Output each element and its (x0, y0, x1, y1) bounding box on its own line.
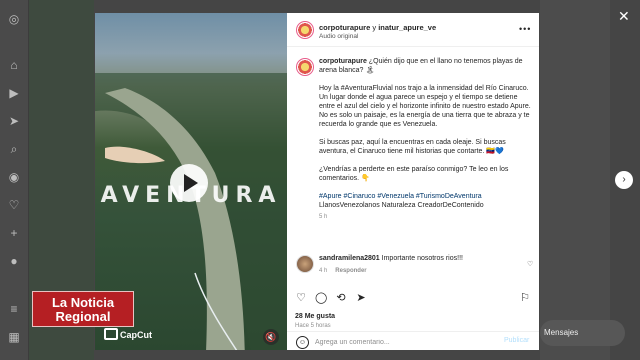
post-actions: ♡ ◯ ⟲ ➤ ⚐ (293, 292, 533, 306)
caption-hashtags[interactable]: #Apure #Cinaruco #Venezuela #TurismoDeAv… (319, 192, 531, 201)
post-details-panel: corpoturapure y inatur_apure_ve Audio or… (287, 13, 539, 350)
comment: sandramilena2801 Importante nosotros rio… (319, 255, 519, 274)
caption-first: corpoturapure ¿Quién dijo que en el llan… (319, 57, 531, 75)
mute-icon[interactable]: 🔇 (263, 329, 279, 345)
avatar[interactable] (296, 21, 314, 39)
notifications-heart-icon[interactable]: ♡ (7, 198, 21, 212)
likes-count[interactable]: 28 Me gusta (295, 313, 335, 320)
caption-tags: LlanosVenezolanos Naturaleza CreadorDeCo… (319, 202, 484, 209)
comment-input[interactable] (315, 336, 495, 348)
audio-label[interactable]: Audio original (319, 33, 358, 40)
close-icon[interactable]: ✕ (618, 8, 630, 25)
share-icon[interactable]: ➤ (355, 292, 367, 304)
caption-paragraph-1: Hoy la #AventuraFluvial nos trajo a la i… (319, 85, 531, 128)
create-icon[interactable]: + (7, 226, 21, 240)
home-icon[interactable]: ⌂ (7, 58, 21, 72)
caption: corpoturapure ¿Quién dijo que en el llan… (319, 57, 531, 222)
reels-icon[interactable]: ▶ (7, 86, 21, 100)
profile-icon[interactable]: ● (7, 254, 21, 268)
commenter-avatar[interactable] (296, 255, 314, 273)
news-logo-line1: La Noticia (51, 295, 115, 310)
caption-username[interactable]: corpoturapure (319, 58, 367, 65)
comment-bar: ☺ Publicar (287, 331, 539, 350)
comment-meta: 4 h Responder (319, 267, 519, 274)
post-date: Hace 5 horas (295, 323, 331, 329)
apps-icon[interactable]: ▦ (7, 330, 21, 344)
messages-label: Mensajes (544, 328, 579, 337)
caption-paragraph-3: ¿Vendrías a perderte en este paraíso con… (319, 166, 509, 182)
comment-text: Importante nosotros rios!!! (381, 255, 463, 262)
capcut-watermark: CapCut (104, 328, 152, 340)
emoji-icon[interactable]: ☺ (296, 336, 309, 349)
news-logo: La Noticia Regional (32, 291, 134, 327)
coauthor-link[interactable]: inatur_apure_ve (378, 23, 436, 32)
post-authors: corpoturapure y inatur_apure_ve (319, 23, 436, 32)
instagram-icon[interactable]: ◎ (7, 12, 21, 26)
capcut-label: CapCut (120, 330, 152, 340)
chevron-right-icon[interactable]: › (615, 171, 633, 189)
messages-button[interactable]: Mensajes (540, 320, 625, 346)
reply-link[interactable]: Responder (335, 268, 366, 274)
search-icon[interactable]: ⌕ (7, 142, 21, 156)
author-conjunction: y (372, 23, 377, 32)
background-tile (540, 0, 610, 360)
author-link[interactable]: corpoturapure (319, 23, 370, 32)
capcut-icon (104, 328, 118, 340)
publish-button[interactable]: Publicar (504, 337, 529, 344)
caption-avatar[interactable] (296, 58, 314, 76)
post-header: corpoturapure y inatur_apure_ve Audio or… (287, 13, 539, 47)
repost-icon[interactable]: ⟲ (335, 292, 347, 304)
more-options-icon[interactable]: ••• (519, 24, 531, 34)
comment-time: 4 h (319, 268, 328, 274)
bookmark-icon[interactable]: ⚐ (519, 292, 531, 304)
send-icon[interactable]: ➤ (7, 114, 21, 128)
play-button[interactable] (170, 164, 208, 202)
comment-icon[interactable]: ◯ (315, 292, 327, 304)
comment-username[interactable]: sandramilena2801 (319, 255, 380, 262)
news-logo-line2: Regional (55, 309, 111, 324)
left-nav-rail: ◎ ⌂ ▶ ➤ ⌕ ◉ ♡ + ● ≡ ▦ (0, 0, 29, 360)
comment-like-icon[interactable]: ♡ (527, 260, 533, 268)
menu-icon[interactable]: ≡ (7, 302, 21, 316)
caption-time: 5 h (319, 214, 328, 220)
caption-paragraph-2: Si buscas paz, aquí la encuentras en cad… (319, 139, 506, 155)
explore-icon[interactable]: ◉ (7, 170, 21, 184)
heart-icon[interactable]: ♡ (295, 292, 307, 304)
